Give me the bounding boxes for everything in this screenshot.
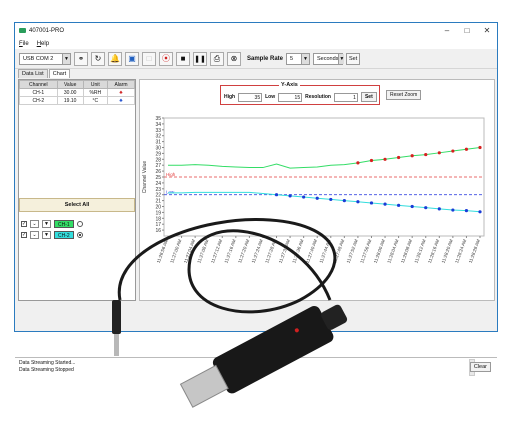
usb-cable-photo	[112, 218, 348, 408]
audio-plug	[112, 300, 121, 334]
audio-plug-tip	[114, 334, 119, 356]
usb-adapter	[179, 304, 348, 408]
adapter-body	[212, 305, 334, 394]
cable-wire	[117, 218, 337, 314]
